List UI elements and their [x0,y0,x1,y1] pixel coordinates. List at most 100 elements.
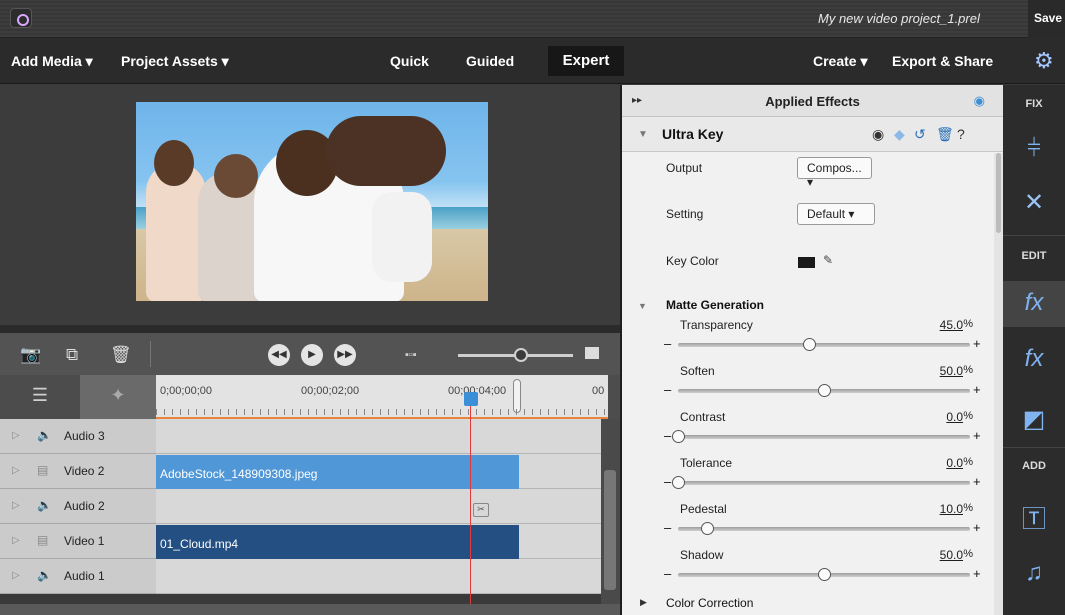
reset-icon[interactable]: ↺ [914,126,926,143]
slider-value[interactable]: 10.0 [903,502,963,516]
adjust-sliders-icon[interactable]: ⫩ [1003,135,1065,163]
decrease-button[interactable]: – [664,382,671,397]
track-header[interactable]: ▷ 🔈 Audio 1 [0,559,156,594]
slider-handle[interactable] [672,430,685,443]
title-bar: My new video project_1.prel Save [0,0,1065,38]
work-area-handle[interactable] [513,379,521,413]
decrease-button[interactable]: – [664,474,671,489]
increase-button[interactable]: + [973,474,981,489]
effects-scroll-thumb[interactable] [996,153,1001,233]
track-header[interactable]: ▷ 🔈 Audio 3 [0,419,156,454]
slider-track[interactable] [678,435,970,439]
key-color-swatch[interactable] [798,257,815,268]
increase-button[interactable]: + [973,428,981,443]
track-header[interactable]: ▷ 🔈 Audio 2 [0,489,156,524]
speaker-icon[interactable]: 🔈 [37,498,52,512]
output-dropdown[interactable]: Compos... ▾ [797,157,872,189]
decrease-button[interactable]: – [664,336,671,351]
keyframe-icon[interactable]: ◆ [894,126,905,143]
project-assets-menu[interactable]: Project Assets ▾ [121,53,229,70]
slider-handle[interactable] [672,476,685,489]
track-lane[interactable] [156,559,601,594]
tools-icon[interactable]: ✕ [1003,188,1065,217]
slider-value[interactable]: 45.0 [903,318,963,332]
track-lane[interactable] [156,419,601,454]
snap-icon[interactable]: ✦ [80,375,156,419]
effects-icon[interactable]: fx [1003,345,1065,373]
eyedropper-icon[interactable]: ✎ [823,253,833,267]
film-icon[interactable]: ▤ [37,533,48,547]
export-frame-icon[interactable]: ⧉ [66,345,78,365]
track-lane[interactable] [156,489,601,524]
effect-header[interactable]: ▼ Ultra Key ◉ ◆ ↺ 🗑 ? [622,117,1003,152]
track-header[interactable]: ▷ ▤ Video 2 [0,454,156,489]
fast-forward-icon[interactable]: ▶▶ [334,344,356,366]
titles-icon[interactable]: 🅃 [1003,499,1065,534]
edit-section-label: EDIT [1021,250,1047,262]
timeline-scroll-thumb[interactable] [604,470,616,590]
applied-effects-icon[interactable]: fx [1003,281,1065,327]
app-logo-icon[interactable] [10,8,32,28]
export-share-menu[interactable]: Export & Share [892,53,993,69]
create-menu[interactable]: Create ▾ [813,53,868,70]
increase-button[interactable]: + [973,520,981,535]
decrease-button[interactable]: – [664,566,671,581]
expert-mode-tab[interactable]: Expert [548,46,624,76]
track-settings-icon[interactable]: ☰ [0,375,80,419]
color-correction-header[interactable]: Color Correction [666,596,753,610]
increase-button[interactable]: + [973,382,981,397]
fx-pin-icon[interactable]: ◉ [974,93,985,109]
setting-dropdown[interactable]: Default ▾ [797,203,875,225]
project-name: My new video project_1.prel [818,11,980,26]
slider-handle[interactable] [818,384,831,397]
slider-track[interactable] [678,527,970,531]
video-clip[interactable]: 01_Cloud.mp4 [156,525,519,559]
music-icon[interactable]: ♫ [1003,559,1065,587]
slider-value[interactable]: 50.0 [903,548,963,562]
panel-divider[interactable] [0,325,620,333]
help-icon[interactable]: ? [957,126,965,142]
scissors-icon[interactable]: ✂ [473,503,489,517]
trash-icon[interactable]: 🗑 [110,345,132,365]
zoom-slider-handle[interactable] [514,348,528,362]
increase-button[interactable]: + [973,566,981,581]
play-icon[interactable]: ▶ [301,344,323,366]
delete-effect-icon[interactable]: 🗑 [936,126,954,143]
zoom-out-icon[interactable]: ▪▫▪ [405,349,417,361]
slider-handle[interactable] [803,338,816,351]
slider-handle[interactable] [818,568,831,581]
slider-track[interactable] [678,481,970,485]
video-clip[interactable]: AdobeStock_148909308.jpeg [156,455,519,489]
collapse-effect-icon[interactable]: ▼ [638,129,648,140]
slider-track[interactable] [678,343,970,347]
decrease-button[interactable]: – [664,520,671,535]
settings-gear-icon[interactable]: ⚙ [1034,48,1054,74]
camera-icon[interactable]: 📷 [20,345,41,365]
slider-value[interactable]: 50.0 [903,364,963,378]
save-button[interactable]: Save [1028,0,1065,38]
speaker-icon[interactable]: 🔈 [37,428,52,442]
decrease-button[interactable]: – [664,428,671,443]
film-icon[interactable]: ▤ [37,463,48,477]
visibility-eye-icon[interactable]: ◉ [872,126,884,143]
increase-button[interactable]: + [973,336,981,351]
zoom-in-icon[interactable] [585,347,599,359]
slider-handle[interactable] [701,522,714,535]
timeline-horizontal-scrollbar[interactable] [0,604,620,615]
slider-value[interactable]: 0.0 [903,456,963,470]
slider-label: Contrast [680,410,726,424]
rewind-icon[interactable]: ◀◀ [268,344,290,366]
track-header[interactable]: ▷ ▤ Video 1 [0,524,156,559]
add-media-menu[interactable]: Add Media ▾ [11,53,93,70]
transitions-icon[interactable]: ◩ [1003,405,1065,434]
playhead-handle[interactable] [464,392,478,406]
matte-generation-header[interactable]: Matte Generation [666,298,764,312]
guided-mode-tab[interactable]: Guided [466,53,514,69]
slider-value[interactable]: 0.0 [903,410,963,424]
video-preview[interactable] [136,102,488,301]
collapse-section-icon[interactable]: ▼ [638,301,647,311]
expand-section-icon[interactable]: ▶ [640,597,647,608]
time-ruler[interactable]: 0;00;00;00 00;00;02;00 00;00;04;00 00 [156,375,608,419]
quick-mode-tab[interactable]: Quick [390,53,429,69]
speaker-icon[interactable]: 🔈 [37,568,52,582]
